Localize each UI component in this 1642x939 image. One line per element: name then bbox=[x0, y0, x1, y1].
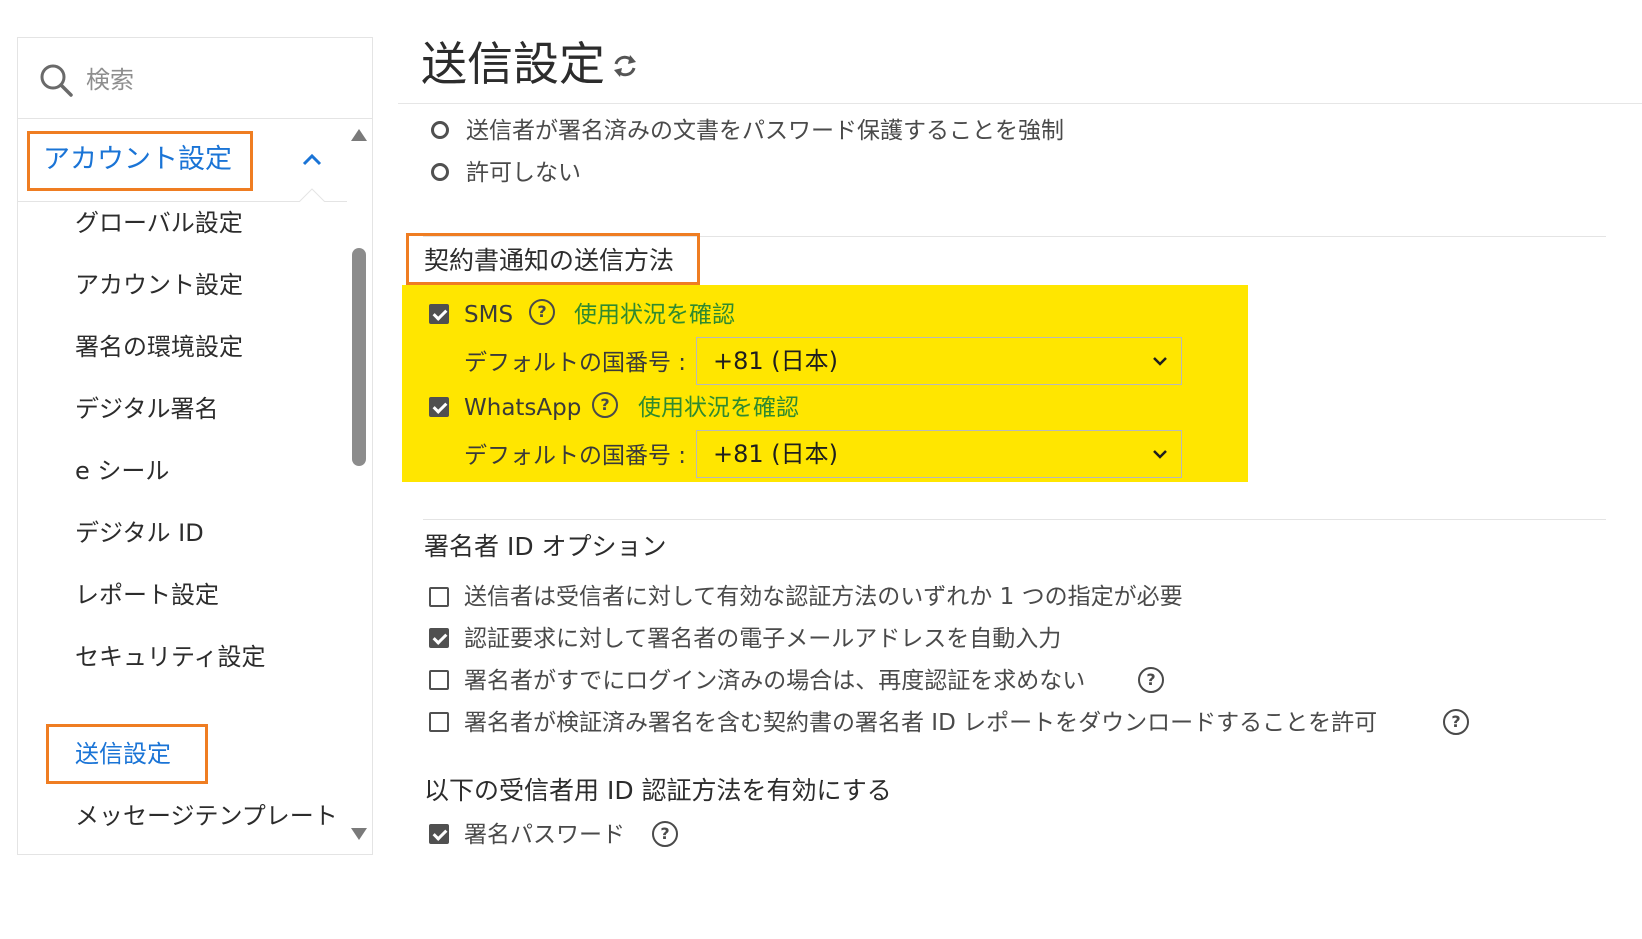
signer-id-option-checkbox-2[interactable] bbox=[429, 628, 449, 648]
whatsapp-country-select[interactable]: +81 (日本) bbox=[696, 430, 1182, 478]
sidebar-item-digital-id[interactable]: デジタル ID bbox=[75, 517, 204, 549]
sms-usage-link[interactable]: 使用状況を確認 bbox=[574, 300, 735, 330]
sidebar-item-security-settings[interactable]: セキュリティ設定 bbox=[75, 641, 266, 673]
chevron-up-icon[interactable] bbox=[300, 150, 324, 168]
sms-country-select[interactable]: +81 (日本) bbox=[696, 337, 1182, 385]
whatsapp-country-label: デフォルトの国番号 : bbox=[464, 443, 687, 469]
section-notch bbox=[299, 188, 325, 202]
sidebar-item-account-settings[interactable]: アカウント設定 bbox=[75, 269, 243, 301]
whatsapp-help-icon[interactable]: ? bbox=[592, 392, 618, 418]
title-divider bbox=[398, 103, 1642, 104]
sms-checkbox[interactable] bbox=[429, 304, 449, 324]
section-divider bbox=[423, 519, 1606, 520]
radio-force-password[interactable] bbox=[431, 121, 449, 139]
sidebar-item-digital-signature[interactable]: デジタル署名 bbox=[75, 393, 219, 425]
radio-label-disallow: 許可しない bbox=[466, 160, 581, 186]
sidebar-item-e-seal[interactable]: e シール bbox=[75, 455, 169, 487]
radio-label-force-password: 送信者が署名済みの文書をパスワード保護することを強制 bbox=[466, 118, 1064, 144]
section-title-recipient-auth: 以下の受信者用 ID 認証方法を有効にする bbox=[424, 776, 892, 805]
sidebar-divider bbox=[17, 201, 347, 202]
signature-password-checkbox[interactable] bbox=[429, 824, 449, 844]
sms-help-icon[interactable]: ? bbox=[529, 299, 555, 325]
search-icon bbox=[40, 64, 73, 97]
whatsapp-country-value: +81 (日本) bbox=[713, 440, 839, 468]
search-input[interactable]: 検索 bbox=[86, 64, 134, 96]
chevron-down-icon bbox=[1153, 357, 1167, 366]
signer-id-option-3-help-icon[interactable]: ? bbox=[1138, 667, 1164, 693]
signer-id-option-label-1: 送信者は受信者に対して有効な認証方法のいずれか 1 つの指定が必要 bbox=[464, 584, 1183, 610]
sidebar-item-global-settings[interactable]: グローバル設定 bbox=[75, 207, 243, 239]
scroll-down-arrow-icon[interactable] bbox=[350, 826, 368, 842]
sms-country-label: デフォルトの国番号 : bbox=[464, 350, 687, 376]
sms-label: SMS bbox=[464, 302, 514, 328]
sidebar-item-message-templates[interactable]: メッセージテンプレート bbox=[75, 800, 338, 832]
sidebar-item-send-settings[interactable]: 送信設定 bbox=[75, 738, 171, 770]
sidebar-item-signature-preferences[interactable]: 署名の環境設定 bbox=[75, 331, 243, 363]
sidebar-section-label: アカウント設定 bbox=[43, 144, 232, 175]
section-title-notification: 契約書通知の送信方法 bbox=[424, 246, 675, 275]
signature-password-help-icon[interactable]: ? bbox=[652, 821, 678, 847]
scroll-up-arrow-icon[interactable] bbox=[350, 127, 368, 143]
whatsapp-usage-link[interactable]: 使用状況を確認 bbox=[638, 393, 799, 423]
radio-disallow[interactable] bbox=[431, 163, 449, 181]
whatsapp-checkbox[interactable] bbox=[429, 397, 449, 417]
chevron-down-icon bbox=[1153, 450, 1167, 459]
signature-password-label: 署名パスワード bbox=[464, 822, 625, 848]
section-title-signer-id: 署名者 ID オプション bbox=[424, 532, 667, 561]
sms-country-value: +81 (日本) bbox=[713, 347, 839, 375]
signer-id-option-checkbox-4[interactable] bbox=[429, 712, 449, 732]
sidebar-item-report-settings[interactable]: レポート設定 bbox=[75, 579, 219, 611]
signer-id-option-label-4: 署名者が検証済み署名を含む契約書の署名者 ID レポートをダウンロードすることを… bbox=[464, 710, 1378, 736]
signer-id-option-checkbox-3[interactable] bbox=[429, 670, 449, 690]
whatsapp-label: WhatsApp bbox=[464, 395, 582, 421]
refresh-icon[interactable] bbox=[611, 52, 639, 80]
signer-id-option-4-help-icon[interactable]: ? bbox=[1443, 709, 1469, 735]
scrollbar-thumb[interactable] bbox=[352, 248, 366, 466]
page-title: 送信設定 bbox=[421, 37, 605, 91]
signer-id-option-label-2: 認証要求に対して署名者の電子メールアドレスを自動入力 bbox=[464, 626, 1062, 652]
signer-id-option-label-3: 署名者がすでにログイン済みの場合は、再度認証を求めない bbox=[464, 668, 1086, 694]
signer-id-option-checkbox-1[interactable] bbox=[429, 587, 449, 607]
